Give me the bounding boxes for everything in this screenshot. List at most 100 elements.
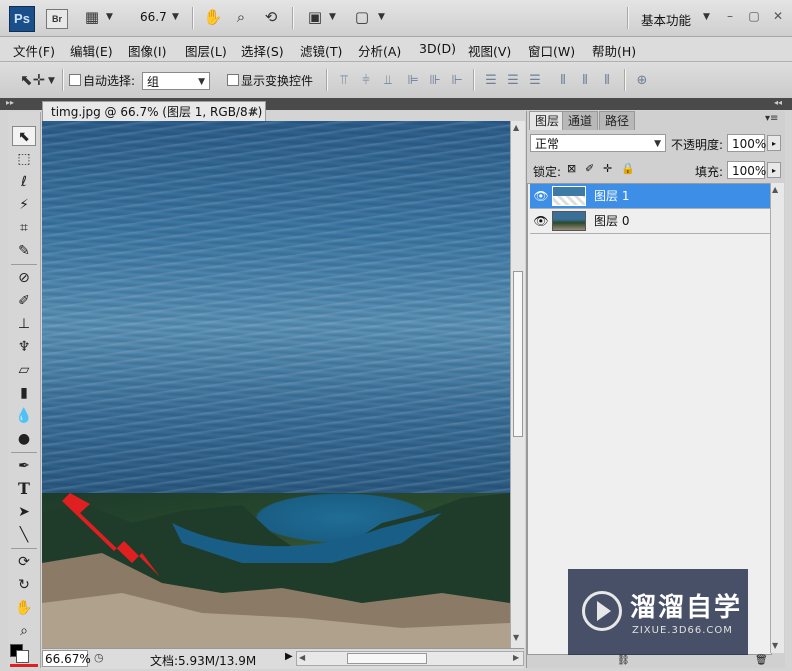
vertical-scrollbar[interactable]: ▲ ▼ xyxy=(510,121,525,648)
workspace-switcher[interactable]: 基本功能 xyxy=(641,10,691,29)
auto-select-checkbox[interactable] xyxy=(69,74,81,86)
expand-icon[interactable]: ▸▸ xyxy=(6,98,14,107)
move-tool-preset-icon[interactable]: ⬉✛ xyxy=(20,71,45,89)
panel-scrollbar[interactable]: ▲ ▼ xyxy=(770,183,784,653)
type-tool-icon[interactable]: T xyxy=(12,479,36,499)
menu-3d[interactable]: 3D(D) xyxy=(419,41,456,56)
distribute-bottom-icon[interactable]: ☰ xyxy=(527,74,543,88)
document-canvas[interactable] xyxy=(42,121,510,648)
layer-row-1[interactable]: 👁 图层 1 xyxy=(530,184,771,209)
collapse-icon[interactable]: ◂◂ xyxy=(774,98,782,107)
visibility-eye-icon[interactable]: 👁 xyxy=(533,189,549,203)
tab-paths[interactable]: 路径 xyxy=(599,111,636,130)
crop-tool-icon[interactable]: ⌗ xyxy=(12,218,36,238)
menu-image[interactable]: 图像(I) xyxy=(128,41,166,60)
layer-name[interactable]: 图层 0 xyxy=(594,209,629,233)
scroll-down-icon[interactable]: ▼ xyxy=(513,633,519,642)
scrollbar-thumb[interactable] xyxy=(347,653,427,664)
align-bottom-icon[interactable]: ⫫ xyxy=(380,74,396,88)
3d-rotate-tool-icon[interactable]: ⟳ xyxy=(12,552,36,572)
menu-view[interactable]: 视图(V) xyxy=(468,41,511,60)
menu-layer[interactable]: 图层(L) xyxy=(185,41,227,60)
lock-position-icon[interactable]: ✛ xyxy=(603,162,612,175)
zoom-icon[interactable]: ⌕ xyxy=(231,8,251,26)
arrange-documents-icon[interactable]: ▣ xyxy=(305,8,325,26)
brush-tool-icon[interactable]: ✐ xyxy=(12,291,36,311)
align-top-icon[interactable]: ⫪ xyxy=(336,74,352,88)
tab-channels[interactable]: 通道 xyxy=(562,111,599,130)
line-tool-icon[interactable]: ╲ xyxy=(12,525,36,545)
chevron-down-icon[interactable]: ▼ xyxy=(329,12,336,22)
menu-filter[interactable]: 滤镜(T) xyxy=(300,41,342,60)
scroll-right-icon[interactable]: ▶ xyxy=(513,653,519,662)
lock-transparent-icon[interactable]: ⊠ xyxy=(567,162,576,175)
menu-select[interactable]: 选择(S) xyxy=(241,41,284,60)
opacity-field[interactable]: 100% xyxy=(727,134,766,152)
distribute-top-icon[interactable]: ☰ xyxy=(483,74,499,88)
rotate-view-icon[interactable]: ⟲ xyxy=(261,8,281,26)
tab-layers[interactable]: 图层 xyxy=(529,111,566,130)
chevron-down-icon[interactable]: ▼ xyxy=(48,76,55,86)
distribute-right-icon[interactable]: ⫴ xyxy=(599,74,615,88)
auto-align-icon[interactable]: ⊕ xyxy=(634,74,650,88)
layer-row-0[interactable]: 👁 图层 0 xyxy=(530,209,771,234)
zoom-tool-icon[interactable]: ⌕ xyxy=(12,621,36,641)
link-layers-icon[interactable]: ⛓ xyxy=(617,655,630,666)
clone-stamp-tool-icon[interactable]: ⊥ xyxy=(12,314,36,334)
scrollbar-thumb[interactable] xyxy=(513,271,523,437)
marquee-tool-icon[interactable]: ⬚ xyxy=(12,149,36,169)
background-color-swatch[interactable] xyxy=(16,650,29,663)
chevron-down-icon[interactable]: ▼ xyxy=(172,12,179,22)
layer-name[interactable]: 图层 1 xyxy=(594,184,629,208)
history-brush-tool-icon[interactable]: ♆ xyxy=(12,337,36,357)
menu-analysis[interactable]: 分析(A) xyxy=(358,41,401,60)
fill-slider-button[interactable]: ▸ xyxy=(767,162,781,178)
chevron-down-icon[interactable]: ▼ xyxy=(378,12,385,22)
menu-window[interactable]: 窗口(W) xyxy=(528,41,575,60)
zoom-level-field[interactable]: 66.7 xyxy=(140,10,167,24)
delete-layer-icon[interactable]: 🗑 xyxy=(755,655,768,666)
eyedropper-tool-icon[interactable]: ✎ xyxy=(12,241,36,261)
status-arrow-icon[interactable]: ▶ xyxy=(285,651,293,662)
3d-orbit-tool-icon[interactable]: ↻ xyxy=(12,575,36,595)
dodge-tool-icon[interactable]: ● xyxy=(12,429,36,449)
maximize-button[interactable]: ▢ xyxy=(744,7,764,25)
pen-tool-icon[interactable]: ✒ xyxy=(12,456,36,476)
gradient-tool-icon[interactable]: ▮ xyxy=(12,383,36,403)
distribute-hcenter-icon[interactable]: ⫴ xyxy=(577,74,593,88)
align-right-icon[interactable]: ⊩ xyxy=(449,74,465,88)
lock-image-icon[interactable]: ✐ xyxy=(585,162,594,175)
eraser-tool-icon[interactable]: ▱ xyxy=(12,360,36,380)
show-transform-checkbox[interactable] xyxy=(227,74,239,86)
document-tab[interactable]: timg.jpg @ 66.7% (图层 1, RGB/8#) * ✕ xyxy=(42,101,266,139)
chevron-down-icon[interactable]: ▼ xyxy=(106,12,113,22)
bridge-button[interactable]: Br xyxy=(46,9,68,29)
scroll-down-icon[interactable]: ▼ xyxy=(772,641,778,650)
distribute-left-icon[interactable]: ⫴ xyxy=(555,74,571,88)
opacity-slider-button[interactable]: ▸ xyxy=(767,135,781,151)
visibility-eye-icon[interactable]: 👁 xyxy=(533,214,549,228)
distribute-center-icon[interactable]: ☰ xyxy=(505,74,521,88)
scroll-up-icon[interactable]: ▲ xyxy=(772,185,778,194)
align-horizontal-center-icon[interactable]: ⊪ xyxy=(427,74,443,88)
path-selection-tool-icon[interactable]: ➤ xyxy=(12,502,36,522)
panel-menu-icon[interactable]: ▾≡ xyxy=(765,113,778,124)
healing-brush-tool-icon[interactable]: ⊘ xyxy=(12,268,36,288)
auto-select-dropdown[interactable]: 组 ▼ xyxy=(142,72,210,90)
move-tool-icon[interactable]: ⬉ xyxy=(12,126,36,146)
chevron-down-icon[interactable]: ▼ xyxy=(703,12,710,22)
horizontal-scrollbar[interactable]: ◀ ▶ xyxy=(296,651,524,666)
lasso-tool-icon[interactable]: ℓ xyxy=(12,172,36,192)
hand-icon[interactable]: ✋ xyxy=(203,8,223,26)
status-menu-icon[interactable]: ◷ xyxy=(94,651,104,664)
align-vertical-center-icon[interactable]: ⫩ xyxy=(358,74,374,88)
magic-wand-tool-icon[interactable]: ⚡ xyxy=(12,195,36,215)
blur-tool-icon[interactable]: 💧 xyxy=(12,406,36,426)
menu-edit[interactable]: 编辑(E) xyxy=(70,41,113,60)
blend-mode-dropdown[interactable]: 正常 ▼ xyxy=(530,134,666,152)
minimize-button[interactable]: – xyxy=(720,7,740,25)
close-icon[interactable]: ✕ xyxy=(249,102,259,122)
screen-mode-icon[interactable]: ▢ xyxy=(352,8,372,26)
close-button[interactable]: ✕ xyxy=(768,7,788,25)
scroll-left-icon[interactable]: ◀ xyxy=(299,653,305,662)
